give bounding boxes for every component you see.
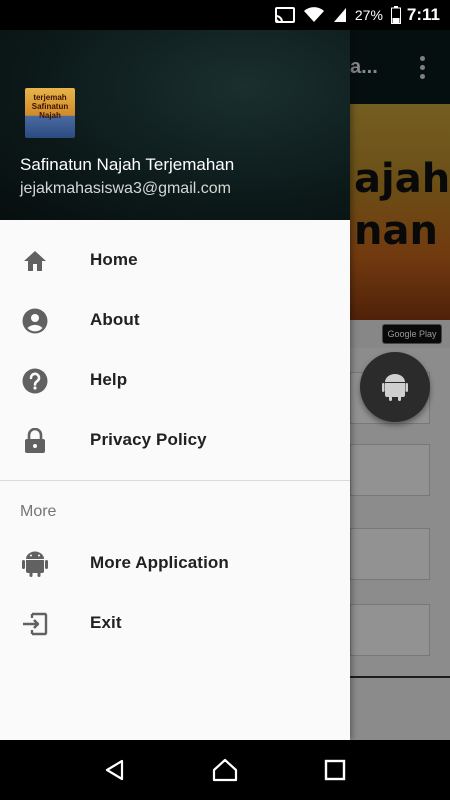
menu-item-exit[interactable]: Exit (0, 593, 350, 653)
clock: 7:11 (406, 5, 440, 24)
drawer-menu: Home About Help Privacy Policy More More… (0, 220, 350, 653)
drawer-header: terjemah Safinatun Najah Safinatun Najah… (0, 30, 350, 220)
exit-icon (22, 611, 48, 637)
back-icon[interactable] (95, 750, 135, 790)
menu-item-home[interactable]: Home (0, 230, 350, 290)
home-icon (22, 248, 48, 274)
app-logo: terjemah Safinatun Najah (25, 88, 75, 138)
app-logo-text: terjemah Safinatun Najah (31, 93, 69, 120)
battery-icon (390, 6, 401, 24)
system-nav-bar (0, 740, 450, 800)
section-title-more: More (20, 503, 57, 520)
help-icon (22, 368, 48, 394)
android-icon (382, 374, 408, 401)
account-circle-icon (22, 308, 48, 334)
signal-icon (333, 7, 347, 23)
lock-icon (22, 428, 48, 454)
drawer-app-name: Safinatun Najah Terjemahan (20, 155, 235, 174)
home-nav-icon[interactable] (205, 750, 245, 790)
menu-label-help: Help (90, 370, 128, 389)
wifi-icon (303, 7, 325, 23)
battery-percent: 27% (354, 7, 383, 23)
menu-label-more-application: More Application (90, 553, 229, 572)
menu-label-about: About (90, 310, 140, 329)
status-bar: 27% 7:11 (0, 0, 450, 30)
cast-icon (274, 7, 295, 23)
menu-label-privacy-policy: Privacy Policy (90, 430, 207, 449)
android-icon (22, 551, 48, 577)
menu-item-about[interactable]: About (0, 290, 350, 350)
android-fab[interactable] (360, 352, 430, 422)
menu-label-home: Home (90, 250, 138, 269)
recents-icon[interactable] (315, 750, 355, 790)
navigation-drawer: terjemah Safinatun Najah Safinatun Najah… (0, 30, 350, 740)
menu-item-help[interactable]: Help (0, 350, 350, 410)
menu-item-privacy-policy[interactable]: Privacy Policy (0, 410, 350, 470)
drawer-email: jejakmahasiswa3@gmail.com (20, 180, 231, 197)
menu-label-exit: Exit (90, 613, 122, 632)
menu-item-more-application[interactable]: More Application (0, 533, 350, 593)
